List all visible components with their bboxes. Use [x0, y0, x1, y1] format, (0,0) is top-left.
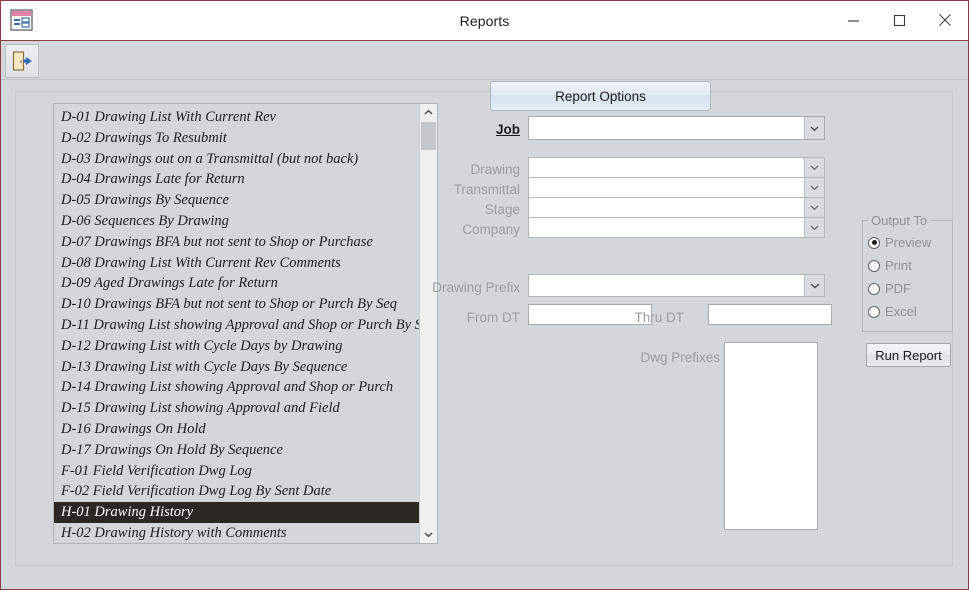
radio-indicator-preview[interactable]	[868, 236, 880, 249]
maximize-icon[interactable]	[876, 1, 922, 39]
close-icon[interactable]	[922, 1, 968, 39]
window-title: Reports	[459, 12, 510, 29]
radio-indicator-excel[interactable]	[868, 305, 880, 318]
job-combobox[interactable]	[528, 116, 825, 140]
radio-indicator-print[interactable]	[868, 259, 880, 272]
transmittal-combobox[interactable]	[528, 177, 825, 198]
radio-excel[interactable]: Excel	[868, 304, 917, 319]
list-item[interactable]: D-01 Drawing List With Current Rev	[54, 107, 419, 128]
run-report-button[interactable]: Run Report	[866, 343, 951, 367]
output-to-title: Output To	[868, 213, 931, 228]
company-combobox[interactable]	[528, 217, 825, 238]
list-item[interactable]: D-17 Drawings On Hold By Sequence	[54, 440, 419, 461]
list-item[interactable]: D-05 Drawings By Sequence	[54, 190, 419, 211]
report-options-button[interactable]: Report Options	[490, 81, 711, 111]
stage-label: Stage	[484, 202, 520, 217]
chevron-down-icon[interactable]	[804, 275, 824, 296]
client-area: D-01 Drawing List With Current Rev D-02 D…	[1, 80, 968, 589]
drawing-label: Drawing	[470, 162, 520, 177]
list-item[interactable]: D-12 Drawing List with Cycle Days by Dra…	[54, 336, 419, 357]
list-item[interactable]: D-13 Drawing List with Cycle Days By Seq…	[54, 357, 419, 378]
list-item[interactable]: D-10 Drawings BFA but not sent to Shop o…	[54, 294, 419, 315]
list-item[interactable]: D-16 Drawings On Hold	[54, 419, 419, 440]
thru-dt-input[interactable]	[708, 304, 832, 325]
scrollbar-thumb[interactable]	[421, 122, 436, 150]
chevron-down-icon[interactable]	[804, 178, 824, 197]
from-dt-label: From DT	[466, 310, 520, 325]
transmittal-label: Transmittal	[453, 182, 520, 197]
criteria-panel: D-01 Drawing List With Current Rev D-02 D…	[15, 91, 953, 566]
job-input[interactable]	[529, 117, 804, 139]
drawing-prefix-label: Drawing Prefix	[432, 280, 520, 295]
radio-preview[interactable]: Preview	[868, 235, 931, 250]
list-item[interactable]: D-07 Drawings BFA but not sent to Shop o…	[54, 232, 419, 253]
dwg-prefixes-listbox[interactable]	[724, 342, 818, 530]
thru-dt-label: Thru DT	[634, 310, 684, 325]
report-list[interactable]: D-01 Drawing List With Current Rev D-02 D…	[53, 103, 438, 544]
radio-label-print: Print	[885, 258, 912, 273]
radio-label-pdf: PDF	[885, 281, 911, 296]
radio-label-excel: Excel	[885, 304, 917, 319]
transmittal-input[interactable]	[529, 178, 804, 197]
report-list-items: D-01 Drawing List With Current Rev D-02 D…	[54, 104, 419, 543]
list-item[interactable]: F-01 Field Verification Dwg Log	[54, 461, 419, 482]
radio-print[interactable]: Print	[868, 258, 912, 273]
drawing-prefix-combobox[interactable]	[528, 274, 825, 297]
radio-indicator-pdf[interactable]	[868, 282, 880, 295]
radio-label-preview: Preview	[885, 235, 932, 250]
chevron-down-icon[interactable]	[804, 117, 824, 139]
stage-combobox[interactable]	[528, 197, 825, 218]
exit-door-icon[interactable]	[5, 44, 39, 78]
window-controls	[830, 1, 968, 39]
list-item[interactable]: D-09 Aged Drawings Late for Return	[54, 273, 419, 294]
minimize-icon[interactable]	[830, 1, 876, 39]
list-item[interactable]: D-02 Drawings To Resubmit	[54, 128, 419, 149]
title-bar: Reports	[1, 1, 968, 41]
list-item[interactable]: D-06 Sequences By Drawing	[54, 211, 419, 232]
chevron-down-icon[interactable]	[804, 218, 824, 237]
drawing-combobox[interactable]	[528, 157, 825, 178]
toolbar: Report Options	[1, 41, 968, 111]
list-item[interactable]: F-02 Field Verification Dwg Log By Sent …	[54, 481, 419, 502]
chevron-down-icon[interactable]	[804, 158, 824, 177]
list-item[interactable]: D-11 Drawing List showing Approval and S…	[54, 315, 419, 336]
list-item[interactable]: D-04 Drawings Late for Return	[54, 169, 419, 190]
stage-input[interactable]	[529, 198, 804, 217]
company-label: Company	[462, 222, 520, 237]
list-item[interactable]: H-02 Drawing History with Comments	[54, 523, 419, 543]
chevron-down-icon[interactable]	[804, 198, 824, 217]
list-item[interactable]: D-15 Drawing List showing Approval and F…	[54, 398, 419, 419]
company-input[interactable]	[529, 218, 804, 237]
job-label: Job	[495, 122, 520, 137]
list-item[interactable]: D-14 Drawing List showing Approval and S…	[54, 377, 419, 398]
list-item[interactable]: D-08 Drawing List With Current Rev Comme…	[54, 253, 419, 274]
dwg-prefixes-label: Dwg Prefixes	[640, 350, 720, 365]
drawing-input[interactable]	[529, 158, 804, 177]
list-item[interactable]: D-03 Drawings out on a Transmittal (but …	[54, 149, 419, 170]
drawing-prefix-input[interactable]	[529, 275, 804, 296]
chevron-down-icon[interactable]	[420, 526, 437, 543]
reports-window: Reports Report Options D-01 Drawing List…	[0, 0, 969, 590]
radio-pdf[interactable]: PDF	[868, 281, 911, 296]
chevron-up-icon[interactable]	[420, 104, 437, 121]
list-item[interactable]: H-01 Drawing History	[54, 502, 419, 523]
